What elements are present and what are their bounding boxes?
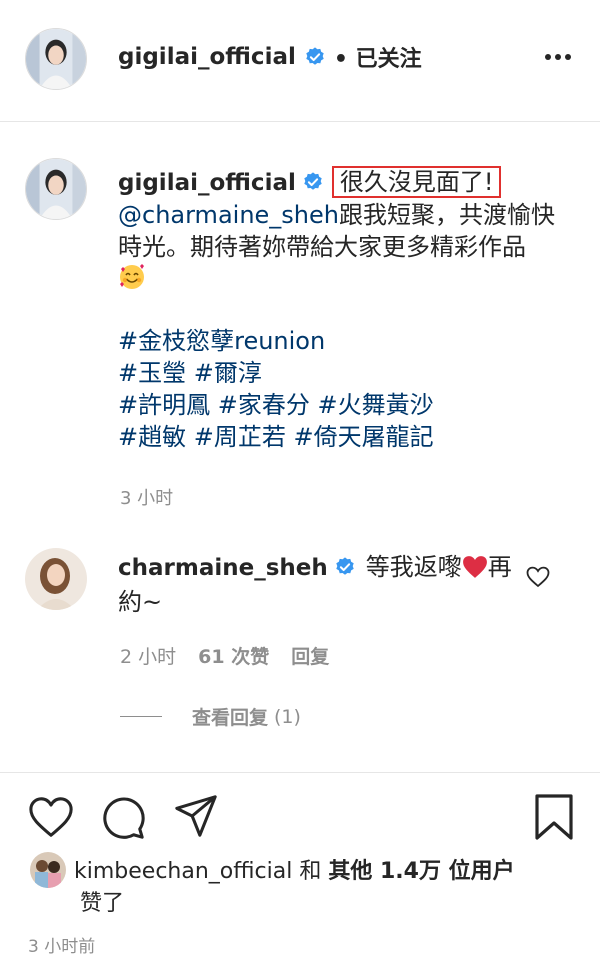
mention-link[interactable]: @charmaine_sheh	[118, 201, 339, 229]
commenter-avatar[interactable]	[25, 548, 87, 610]
hashtag-line: #趙敏 #周芷若 #倚天屠龍記	[118, 421, 568, 453]
hashtag-link[interactable]: #玉瑩	[118, 359, 186, 387]
comment-meta: 2 小时 61 次赞 回复	[120, 642, 329, 669]
actions-divider	[0, 772, 600, 773]
caption-author-avatar[interactable]	[25, 158, 87, 220]
post-timestamp[interactable]: 3 小时前	[28, 932, 95, 957]
caption-body: @charmaine_sheh跟我短聚，共渡愉快	[118, 199, 568, 231]
more-horizontal-icon[interactable]	[543, 47, 573, 67]
comment-like-heart-icon[interactable]	[526, 566, 550, 588]
hashtag-line: #金枝慾孽reunion	[118, 325, 568, 357]
hashtag-link[interactable]: #許明鳳	[118, 391, 210, 419]
caption-first-line: gigilai_official 很久沒見面了!	[118, 166, 568, 199]
comment-time[interactable]: 2 小时	[120, 646, 176, 668]
view-replies-button[interactable]: 查看回复 (1)	[120, 703, 301, 730]
hashtag-link[interactable]: #家春分	[218, 391, 310, 419]
comment-bubble-icon[interactable]	[100, 795, 146, 841]
verified-badge-icon	[304, 46, 326, 68]
red-heart-icon	[462, 553, 488, 581]
hashtag-link[interactable]: #趙敏	[118, 423, 186, 451]
avatar-photo	[26, 159, 86, 219]
view-replies-count: (1)	[274, 705, 301, 728]
view-replies-label: 查看回复	[192, 707, 269, 729]
likes-suffix: 赞了	[80, 891, 125, 916]
replies-divider-line	[120, 716, 162, 717]
header-username[interactable]: gigilai_official	[118, 44, 296, 70]
comment-likes-count[interactable]: 61 次赞	[198, 646, 269, 668]
hashtag-line: #許明鳳 #家春分 #火舞黃沙	[118, 389, 568, 421]
like-heart-icon[interactable]	[28, 795, 74, 841]
caption-text-2: 時光。期待著妳帶給大家更多精彩作品	[118, 233, 526, 261]
verified-badge-icon	[334, 556, 356, 578]
caption-username[interactable]: gigilai_official	[118, 170, 296, 196]
hashtag-link[interactable]: #金枝慾孽reunion	[118, 327, 325, 355]
post-header: gigilai_official • 已关注	[0, 0, 600, 122]
caption-timestamp[interactable]: 3 小时	[120, 484, 173, 510]
hashtag-line: #玉瑩 #爾淳	[118, 357, 568, 389]
author-avatar[interactable]	[25, 28, 87, 90]
liker-username[interactable]: kimbeechan_official	[74, 859, 292, 884]
likes-summary: kimbeechan_official 和 其他 1.4万 位用户 赞了	[74, 856, 574, 920]
hashtag-link[interactable]: #周芷若	[194, 423, 286, 451]
likes-conjunction: 和	[299, 859, 322, 884]
caption-text-1: 跟我短聚，共渡愉快	[338, 201, 555, 229]
post-caption: gigilai_official 很久沒見面了! @charmaine_sheh跟…	[118, 166, 568, 453]
avatar-photo	[26, 29, 86, 89]
hashtag-link[interactable]: #倚天屠龍記	[294, 423, 434, 451]
avatar-photo	[25, 548, 87, 610]
comment-body: charmaine_sheh 等我返嚟 再約~	[118, 550, 518, 619]
highlighted-caption-text: 很久沒見面了!	[331, 166, 502, 198]
commenter-username[interactable]: charmaine_sheh	[118, 555, 328, 581]
smiling-face-with-hearts-icon	[118, 263, 568, 295]
liker-avatar[interactable]	[30, 852, 66, 888]
verified-badge-icon	[302, 171, 324, 193]
reply-button[interactable]: 回复	[291, 646, 329, 668]
likes-others-link[interactable]: 其他 1.4万 位用户	[328, 859, 514, 884]
avatar-photo	[30, 852, 66, 888]
hashtag-block: #金枝慾孽reunion #玉瑩 #爾淳 #許明鳳 #家春分 #火舞黃沙 #趙敏…	[118, 325, 568, 453]
paper-plane-icon[interactable]	[173, 793, 219, 839]
follow-status-button[interactable]: • 已关注	[334, 41, 422, 73]
comment-text-before: 等我返嚟	[365, 553, 462, 581]
hashtag-link[interactable]: #火舞黃沙	[318, 391, 434, 419]
bookmark-outline-icon[interactable]	[533, 793, 575, 841]
header-user-line: gigilai_official • 已关注	[118, 40, 422, 74]
hashtag-link[interactable]: #爾淳	[194, 359, 262, 387]
